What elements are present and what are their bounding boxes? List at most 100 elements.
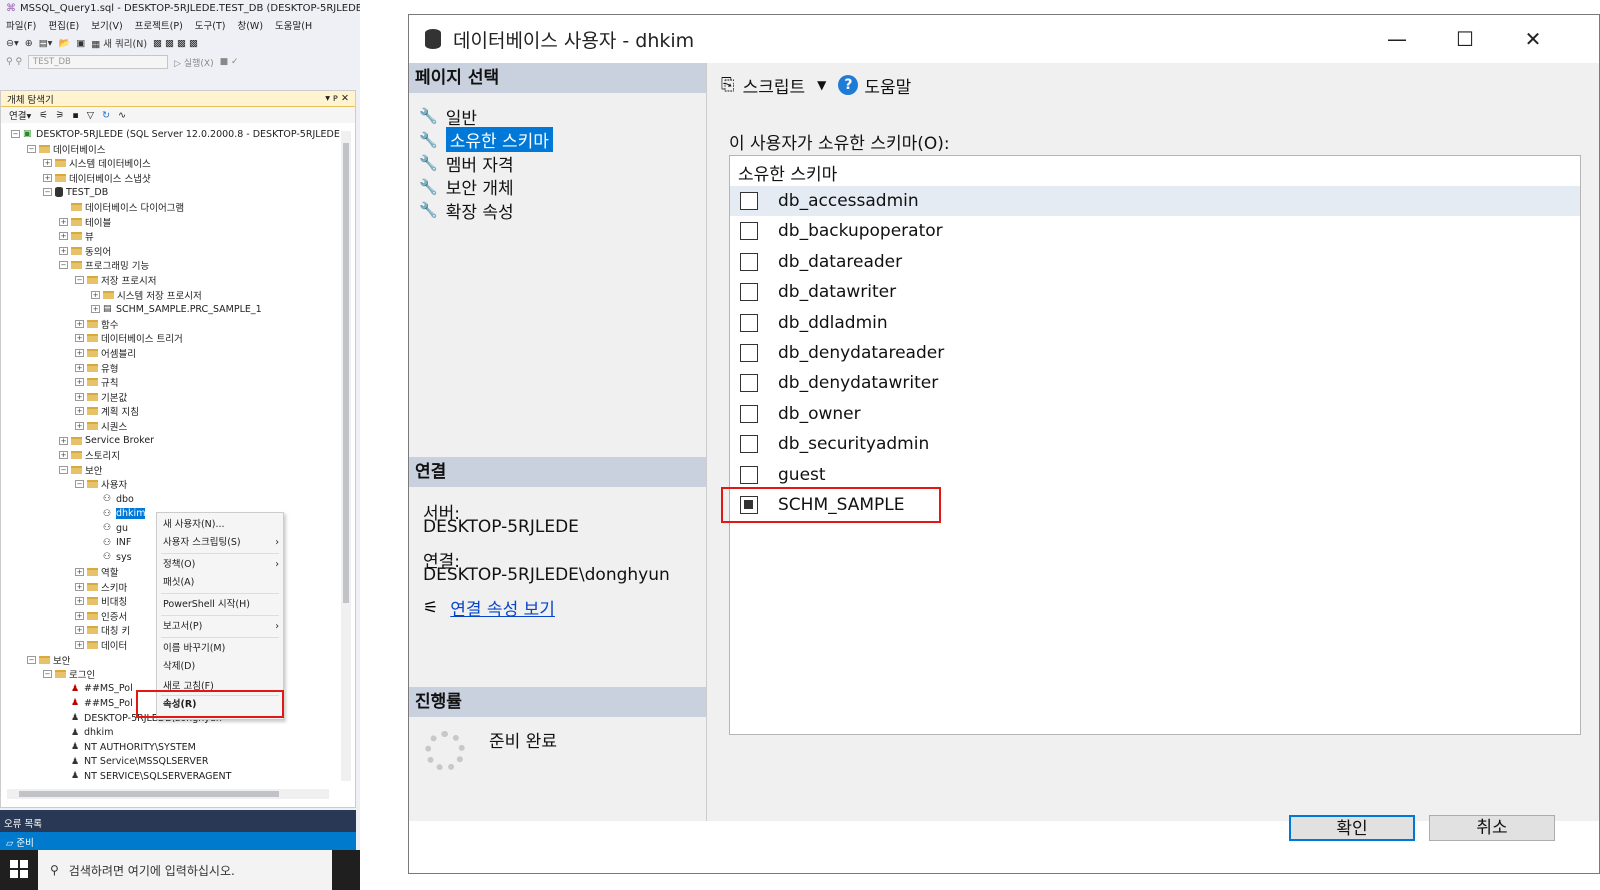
taskbar-search-box[interactable]: ⚲ 검색하려면 여기에 입력하십시오. <box>38 850 332 890</box>
page-item[interactable]: 🔧 소유한 스키마 <box>419 127 553 152</box>
save-icon[interactable]: ▣ <box>76 38 85 49</box>
tree-node[interactable]: + 시퀀스 <box>75 419 127 433</box>
tree-node[interactable]: + 동의어 <box>59 244 111 258</box>
panel-pin-close-icons[interactable]: ▾ ᴘ ✕ <box>325 93 349 104</box>
expand-icon[interactable]: + <box>75 422 84 430</box>
schema-row[interactable]: db_denydatareader <box>730 338 1580 368</box>
menu-item[interactable]: 편집(E) <box>48 18 79 32</box>
tree-node[interactable]: + 데이터 <box>75 638 127 652</box>
schema-row[interactable]: guest <box>730 460 1580 490</box>
ok-button[interactable]: 확인 <box>1289 815 1415 841</box>
minimize-icon[interactable]: — <box>1385 27 1409 51</box>
schema-checkbox[interactable] <box>740 313 758 332</box>
expand-icon[interactable]: + <box>91 290 100 299</box>
expand-icon[interactable]: + <box>59 217 68 226</box>
expand-icon[interactable]: + <box>59 451 68 460</box>
tree-node[interactable]: + 데이터베이스 트리거 <box>75 331 183 345</box>
tree-node[interactable]: ⚇ INF <box>91 536 131 550</box>
context-menu-item[interactable]: 이름 바꾸기(M) <box>163 641 279 657</box>
schema-checkbox[interactable] <box>740 222 758 241</box>
schema-checkbox[interactable] <box>740 465 758 484</box>
tree-node[interactable]: + 유형 <box>75 361 118 375</box>
back-icon[interactable]: ⊖▾ <box>6 38 19 49</box>
tree-node[interactable]: + 계획 지침 <box>75 404 139 418</box>
collapse-icon[interactable]: − <box>75 276 84 284</box>
schema-row[interactable]: db_securityadmin <box>730 429 1580 459</box>
collapse-icon[interactable]: − <box>59 261 68 270</box>
schema-checkbox[interactable] <box>740 404 758 423</box>
tree-node[interactable]: + 기본값 <box>75 390 127 404</box>
tree-node[interactable]: + 인증서 <box>75 609 127 623</box>
script-button[interactable]: ⎘ 스크립트 ▼ <box>721 73 826 98</box>
page-item[interactable]: 🔧 확장 속성 <box>419 199 514 223</box>
refresh-icon[interactable]: ↻ <box>102 110 110 121</box>
tree-node[interactable]: + 스토리지 <box>59 448 120 462</box>
page-item[interactable]: 🔧 일반 <box>419 105 477 129</box>
tree-node[interactable]: ♟ ##MS_Pol <box>59 682 133 696</box>
collapse-icon[interactable]: − <box>75 480 84 489</box>
tree-vertical-scrollbar[interactable] <box>341 131 351 781</box>
scrollbar-thumb[interactable] <box>19 791 279 797</box>
schema-row[interactable]: db_datawriter <box>730 277 1580 307</box>
context-menu-item[interactable]: 삭제(D) <box>163 659 279 675</box>
forward-icon[interactable]: ⊕ <box>25 38 33 49</box>
tree-node[interactable]: − 보안 <box>27 653 70 667</box>
tree-node[interactable]: − 보안 <box>59 463 102 477</box>
tree-node[interactable]: − 저장 프로시저 <box>75 273 156 287</box>
menu-item[interactable]: 창(W) <box>237 18 263 32</box>
tree-node[interactable]: ♟ NT SERVICE\SQLSERVERAGENT <box>59 769 231 783</box>
schema-checkbox[interactable] <box>740 192 758 210</box>
tree-node[interactable]: ⚇ sys <box>91 550 132 564</box>
schema-row[interactable]: db_ddladmin <box>730 308 1580 338</box>
query-tools-icon[interactable]: ▩ ▩ ▩ ▩ <box>153 38 198 49</box>
menu-item[interactable]: 보기(V) <box>91 18 122 32</box>
connect-button[interactable]: 연결▾ <box>9 108 31 122</box>
tree-node[interactable]: ♟ NT Service\MSSQLSERVER <box>59 755 208 769</box>
menu-item[interactable]: 도움말(H <box>275 18 312 32</box>
collapse-icon[interactable]: − <box>11 130 20 138</box>
tree-node[interactable]: ⚇ dhkim <box>91 507 146 521</box>
expand-icon[interactable]: + <box>75 611 84 620</box>
view-connection-link[interactable]: 연결 속성 보기 <box>450 595 555 620</box>
tree-node[interactable]: ♟ NT AUTHORITY\SYSTEM <box>59 740 196 754</box>
tree-node[interactable]: + ▤ SCHM_SAMPLE.PRC_SAMPLE_1 <box>91 302 262 316</box>
new-query-button[interactable]: ▦ 새 쿼리(N) <box>91 36 147 50</box>
menu-item[interactable]: 도구(T) <box>195 18 226 32</box>
tree-node[interactable]: ⚇ gu <box>91 521 128 535</box>
expand-icon[interactable]: + <box>75 641 84 649</box>
context-menu-item[interactable]: 패싯(A) <box>163 575 279 591</box>
cancel-button[interactable]: 취소 <box>1429 815 1555 841</box>
schema-checkbox[interactable] <box>740 344 758 362</box>
connect-plug-icon[interactable]: ⚟ <box>39 110 48 121</box>
expand-icon[interactable]: + <box>75 378 84 387</box>
tree-node[interactable]: − TEST_DB <box>43 185 108 199</box>
schema-row[interactable]: db_owner <box>730 399 1580 429</box>
tree-node[interactable]: − 데이터베이스 <box>27 142 105 156</box>
context-menu-item[interactable]: 새 사용자(N)... <box>163 517 279 533</box>
collapse-icon[interactable]: − <box>27 655 36 664</box>
tree-node[interactable]: + 테이블 <box>59 215 111 229</box>
schema-row[interactable]: db_datareader <box>730 247 1580 277</box>
expand-icon[interactable]: + <box>75 597 84 606</box>
tree-node[interactable]: + 역할 <box>75 565 118 579</box>
tree-node[interactable]: − 사용자 <box>75 477 127 491</box>
expand-icon[interactable]: + <box>59 436 68 445</box>
context-menu-item[interactable]: PowerShell 시작(H) <box>163 597 279 613</box>
tree-node[interactable]: + 비대칭 <box>75 594 127 608</box>
tree-node[interactable]: − 로그인 <box>43 667 95 681</box>
error-list-tab[interactable]: 오류 목록 <box>0 810 356 832</box>
stop-icon[interactable]: ■ ✓ <box>220 57 239 67</box>
schema-checkbox[interactable] <box>740 435 758 454</box>
expand-icon[interactable]: + <box>43 173 52 182</box>
expand-icon[interactable]: + <box>75 349 84 357</box>
new-item-icon[interactable]: ▤▾ <box>39 38 53 49</box>
close-icon[interactable]: ✕ <box>1521 27 1545 51</box>
page-item[interactable]: 🔧 보안 개체 <box>419 176 514 200</box>
tree-node[interactable]: ♟ dhkim <box>59 726 113 740</box>
schema-checkbox[interactable] <box>740 374 758 393</box>
expand-icon[interactable]: + <box>75 626 84 635</box>
tree-node[interactable]: + 함수 <box>75 317 118 331</box>
activity-icon[interactable]: ∿ <box>118 110 126 121</box>
expand-icon[interactable]: + <box>91 305 100 314</box>
schema-checkbox[interactable] <box>740 252 758 271</box>
